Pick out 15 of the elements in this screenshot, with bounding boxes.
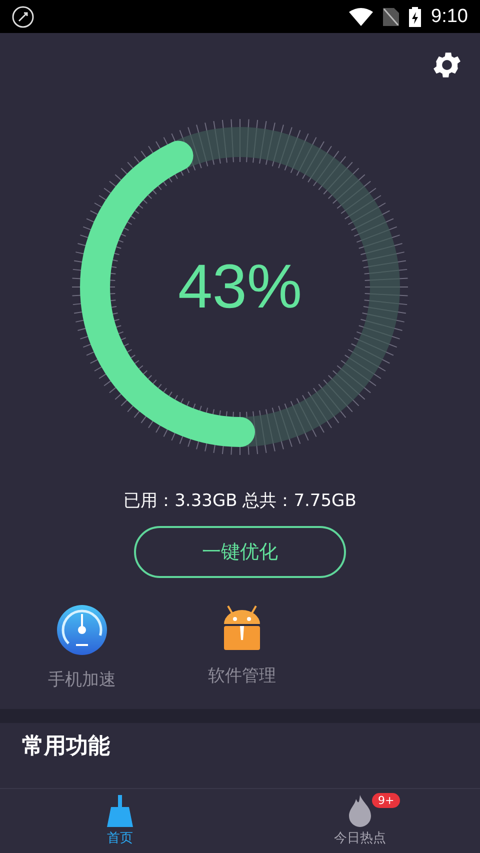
- usage-percent: 43%: [178, 252, 302, 322]
- battery-charging-icon: [409, 6, 422, 26]
- nav-tab[interactable]: 今日热点 9+: [240, 789, 480, 853]
- broom-icon: [105, 795, 135, 827]
- feature-button[interactable]: 软件管理: [180, 604, 304, 691]
- clock-time: 9:10: [431, 6, 468, 28]
- count-badge: 9+: [372, 793, 400, 808]
- section-title: 常用功能: [22, 734, 110, 759]
- feature-button[interactable]: 手机加速: [20, 604, 144, 691]
- wifi-icon: [349, 8, 374, 26]
- nav-tab[interactable]: 首页: [0, 789, 240, 853]
- no-sim-icon: [383, 8, 400, 26]
- memory-usage-text: 已用：3.33GB 总共：7.75GB: [122, 490, 358, 512]
- optimize-button[interactable]: 一键优化: [134, 526, 346, 578]
- speedometer-icon: [56, 604, 108, 656]
